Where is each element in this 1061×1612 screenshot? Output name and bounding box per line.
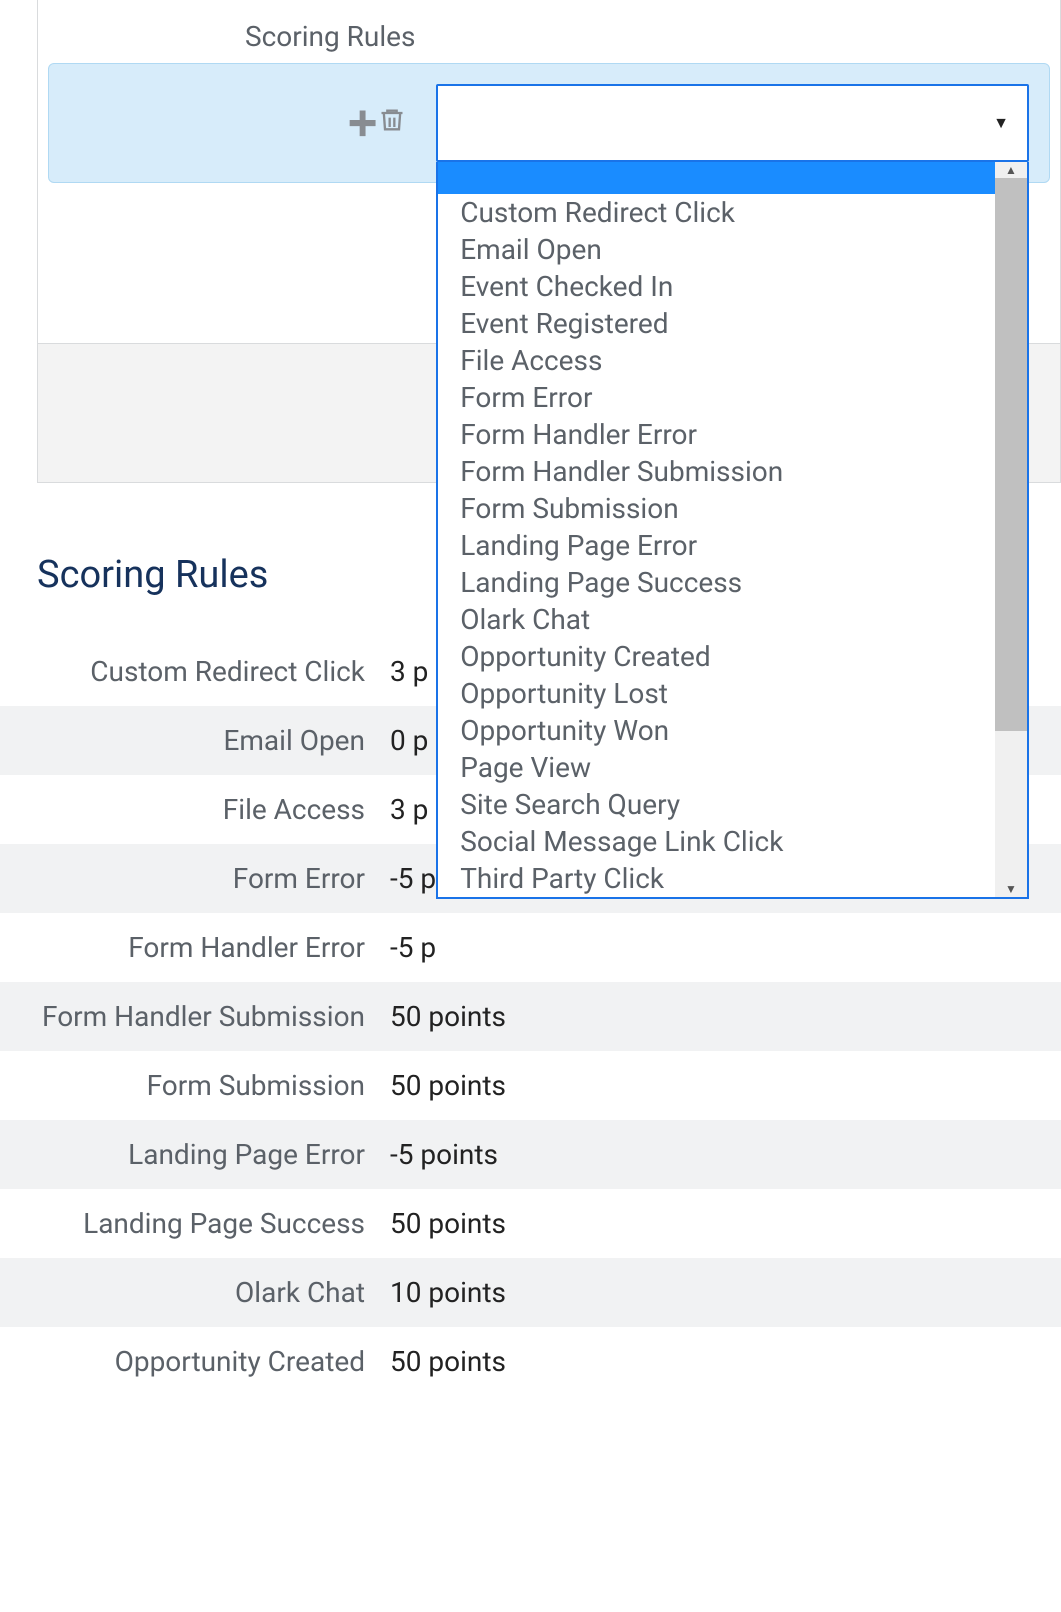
rule-value: 10 points	[390, 1276, 506, 1309]
dropdown-option[interactable]: Site Search Query	[438, 786, 995, 823]
dropdown-option-blank[interactable]	[438, 162, 995, 194]
table-row: Landing Page Success50 points	[0, 1189, 1061, 1258]
dropdown-option[interactable]: Olark Chat	[438, 601, 995, 638]
panel-header: Scoring Rules	[38, 0, 1060, 63]
rule-actions: ➕︎	[349, 105, 406, 141]
rule-type-select-wrap: ▼ Custom Redirect ClickEmail OpenEvent C…	[436, 84, 1029, 162]
panel-header-label: Scoring Rules	[38, 20, 415, 53]
rule-value: 0 p	[390, 724, 428, 757]
rule-value: 50 points	[390, 1069, 506, 1102]
scroll-thumb[interactable]	[995, 178, 1027, 731]
table-row: Form Handler Error-5 p	[0, 913, 1061, 982]
scroll-up-arrow-icon[interactable]: ▲	[1005, 162, 1017, 178]
rule-value: -5 points	[390, 1138, 498, 1171]
trash-icon[interactable]	[378, 105, 406, 141]
rule-label: File Access	[0, 793, 390, 826]
rule-row: ➕︎ ▼ Custom Redirect ClickEmail OpenEven…	[48, 63, 1050, 183]
rule-type-dropdown: Custom Redirect ClickEmail OpenEvent Che…	[436, 162, 1029, 899]
chevron-down-icon: ▼	[993, 113, 1009, 133]
rule-label: Landing Page Success	[0, 1207, 390, 1240]
dropdown-option[interactable]: Page View	[438, 749, 995, 786]
rule-label: Form Handler Error	[0, 931, 390, 964]
scoring-rules-panel: Scoring Rules ➕︎ ▼ Custom Redirect Click…	[37, 0, 1061, 483]
dropdown-option[interactable]: Email Open	[438, 231, 995, 268]
dropdown-option[interactable]: Form Handler Submission	[438, 453, 995, 490]
table-row: Landing Page Error-5 points	[0, 1120, 1061, 1189]
rule-type-select[interactable]: ▼	[436, 84, 1029, 162]
dropdown-option[interactable]: Social Message Link Click	[438, 823, 995, 860]
dropdown-scrollbar[interactable]: ▲ ▼	[995, 162, 1027, 897]
dropdown-option[interactable]: Opportunity Created	[438, 638, 995, 675]
plus-icon[interactable]: ➕︎	[349, 105, 376, 141]
dropdown-option[interactable]: Form Error	[438, 379, 995, 416]
dropdown-option[interactable]: Third Party Click	[438, 860, 995, 897]
rule-label: Olark Chat	[0, 1276, 390, 1309]
rule-value: 3 p	[390, 655, 428, 688]
rule-value: 50 points	[390, 1207, 506, 1240]
rule-label: Opportunity Created	[0, 1345, 390, 1378]
table-row: Form Handler Submission50 points	[0, 982, 1061, 1051]
rule-label: Custom Redirect Click	[0, 655, 390, 688]
dropdown-option[interactable]: Event Registered	[438, 305, 995, 342]
rule-value: -5 p	[390, 931, 436, 964]
dropdown-option[interactable]: File Access	[438, 342, 995, 379]
rule-label: Form Submission	[0, 1069, 390, 1102]
table-row: Opportunity Created50 points	[0, 1327, 1061, 1396]
dropdown-option[interactable]: Opportunity Lost	[438, 675, 995, 712]
rule-label: Email Open	[0, 724, 390, 757]
dropdown-option[interactable]: Custom Redirect Click	[438, 194, 995, 231]
rule-value: -5 p	[390, 862, 436, 895]
rule-label: Form Error	[0, 862, 390, 895]
rule-label: Landing Page Error	[0, 1138, 390, 1171]
scroll-down-arrow-icon[interactable]: ▼	[1005, 881, 1017, 897]
table-row: Olark Chat10 points	[0, 1258, 1061, 1327]
rule-value: 50 points	[390, 1345, 506, 1378]
rule-value: 3 p	[390, 793, 428, 826]
dropdown-option[interactable]: Event Checked In	[438, 268, 995, 305]
dropdown-option[interactable]: Landing Page Success	[438, 564, 995, 601]
dropdown-option[interactable]: Form Handler Error	[438, 416, 995, 453]
dropdown-option[interactable]: Form Submission	[438, 490, 995, 527]
dropdown-option[interactable]: Opportunity Won	[438, 712, 995, 749]
rule-label: Form Handler Submission	[0, 1000, 390, 1033]
dropdown-option[interactable]: Landing Page Error	[438, 527, 995, 564]
table-row: Form Submission50 points	[0, 1051, 1061, 1120]
rule-value: 50 points	[390, 1000, 506, 1033]
